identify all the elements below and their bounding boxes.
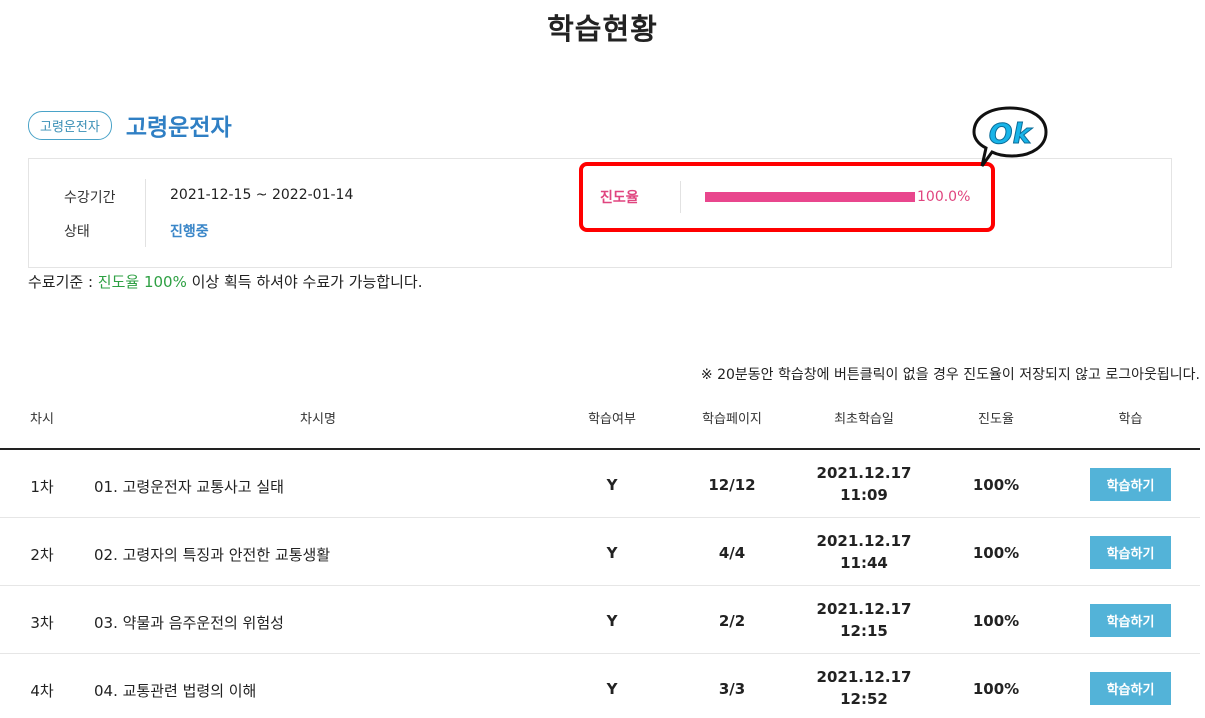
row-date: 2021.12.17	[816, 600, 912, 618]
row-time: 11:09	[840, 486, 888, 504]
header-pages: 학습페이지	[702, 412, 762, 427]
study-button[interactable]: 학습하기	[1090, 536, 1171, 569]
row-completed: Y	[606, 612, 618, 630]
row-pages: 12/12	[708, 476, 756, 494]
table-header: 차시 차시명 학습여부 학습페이지 최초학습일 진도율 학습	[0, 398, 1200, 450]
period-label: 수강기간	[64, 190, 116, 206]
row-date: 2021.12.17	[816, 668, 912, 686]
table-row: 4차 04. 교통관련 법령의 이해 Y 3/3 2021.12.17 12:52…	[0, 654, 1200, 718]
row-first-date: 2021.12.17 11:09	[804, 462, 924, 506]
row-time: 12:52	[840, 690, 888, 708]
header-progress: 진도율	[978, 412, 1014, 427]
row-date: 2021.12.17	[816, 464, 912, 482]
row-first-date: 2021.12.17 11:44	[804, 530, 924, 574]
logout-warning: ※ 20분동안 학습창에 버튼클릭이 없을 경우 진도율이 저장되지 않고 로그…	[700, 367, 1200, 383]
row-session: 3차	[30, 614, 54, 632]
period-value: 2021-12-15 ~ 2022-01-14	[170, 187, 354, 203]
row-session: 4차	[30, 682, 54, 700]
row-title: 02. 고령자의 특징과 안전한 교통생활	[94, 546, 331, 564]
row-pages: 4/4	[718, 544, 746, 562]
table-row: 2차 02. 고령자의 특징과 안전한 교통생활 Y 4/4 2021.12.1…	[0, 518, 1200, 586]
row-time: 11:44	[840, 554, 888, 572]
table-row: 1차 01. 고령운전자 교통사고 실태 Y 12/12 2021.12.17 1…	[0, 450, 1200, 518]
row-first-date: 2021.12.17 12:52	[804, 666, 924, 710]
row-first-date: 2021.12.17 12:15	[804, 598, 924, 642]
header-study: 학습	[1118, 412, 1143, 427]
row-session: 2차	[30, 546, 54, 564]
row-completed: Y	[606, 544, 618, 562]
row-date: 2021.12.17	[816, 532, 912, 550]
row-progress: 100%	[972, 476, 1020, 494]
row-session: 1차	[30, 478, 54, 496]
row-pages: 2/2	[718, 612, 746, 630]
row-progress: 100%	[972, 544, 1020, 562]
completion-prefix: 수료기준 :	[28, 273, 98, 291]
row-completed: Y	[606, 476, 618, 494]
status-row: 상태 진행중	[64, 221, 209, 241]
row-progress: 100%	[972, 612, 1020, 630]
status-label: 상태	[64, 224, 90, 240]
ok-sticker-text: Ok	[989, 117, 1034, 150]
header-first-date: 최초학습일	[834, 412, 894, 427]
header-session: 차시	[30, 412, 54, 427]
study-button[interactable]: 학습하기	[1090, 468, 1171, 501]
row-progress: 100%	[972, 680, 1020, 698]
row-title: 03. 약물과 음주운전의 위험성	[94, 614, 284, 632]
header-completed: 학습여부	[588, 412, 636, 427]
info-divider	[145, 179, 146, 247]
course-name: 고령운전자	[125, 115, 232, 141]
study-button[interactable]: 학습하기	[1090, 672, 1171, 705]
completion-highlight: 진도율 100%	[97, 273, 187, 291]
table-row: 3차 03. 약물과 음주운전의 위험성 Y 2/2 2021.12.17 12:…	[0, 586, 1200, 654]
row-completed: Y	[606, 680, 618, 698]
period-row: 수강기간 2021-12-15 ~ 2022-01-14	[64, 187, 353, 207]
header-session-name: 차시명	[300, 412, 336, 427]
status-value: 진행중	[170, 224, 209, 240]
ok-speech-bubble-icon: Ok	[972, 106, 1048, 167]
completion-criteria: 수료기준 : 진도율 100% 이상 획득 하셔야 수료가 가능합니다.	[28, 271, 422, 292]
row-title: 04. 교통관련 법령의 이해	[94, 682, 257, 700]
study-button[interactable]: 학습하기	[1090, 604, 1171, 637]
course-header: 고령운전자 고령운전자	[28, 108, 232, 142]
row-time: 12:15	[840, 622, 888, 640]
row-pages: 3/3	[718, 680, 746, 698]
course-category-badge: 고령운전자	[28, 110, 112, 140]
page-title: 학습현황	[547, 12, 658, 46]
row-title: 01. 고령운전자 교통사고 실태	[94, 478, 284, 496]
completion-suffix: 이상 획득 하셔야 수료가 가능합니다.	[186, 273, 423, 291]
progress-highlight-frame	[579, 162, 995, 232]
